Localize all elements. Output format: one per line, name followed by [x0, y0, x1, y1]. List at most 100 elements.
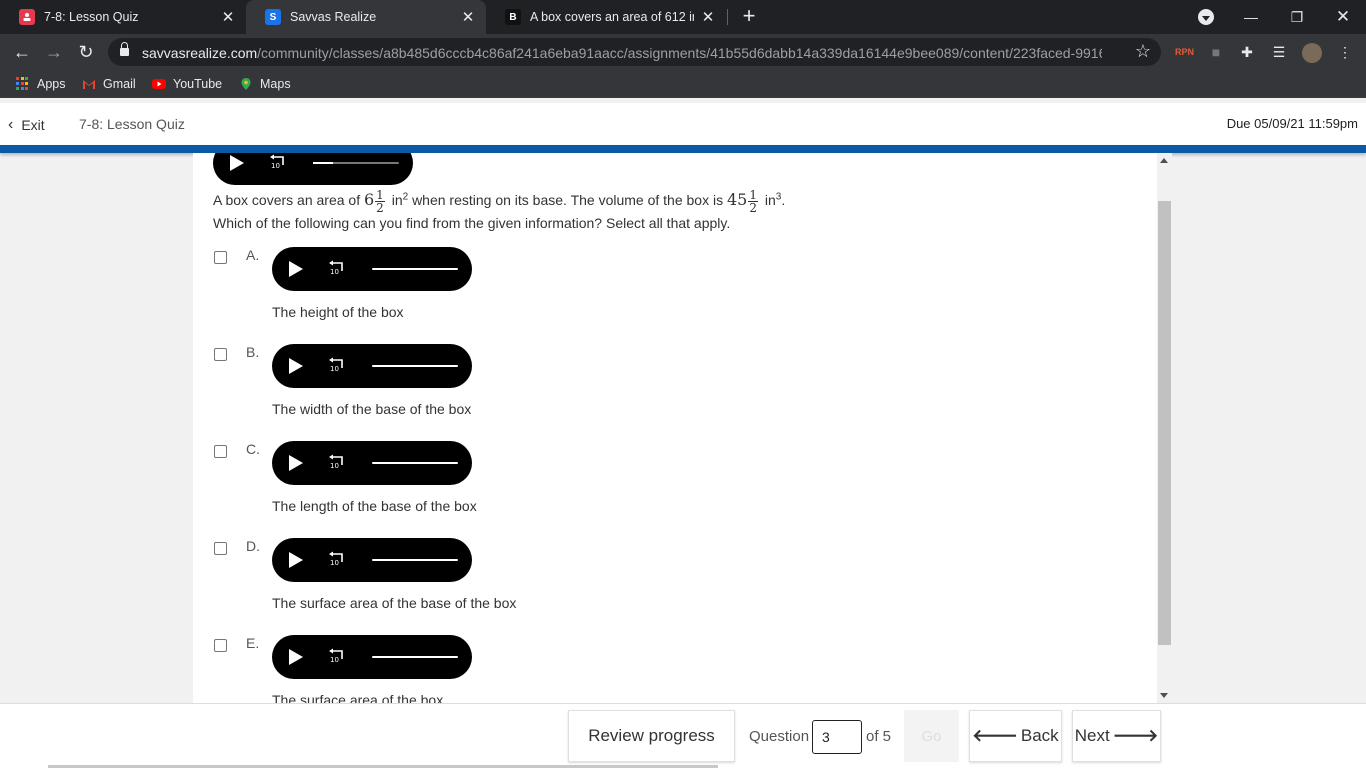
- option-c-audio-player[interactable]: 10: [272, 441, 472, 485]
- fraction-half: 12: [375, 188, 385, 215]
- rewind-10-icon[interactable]: 10: [328, 259, 348, 279]
- tab-title: Savvas Realize: [290, 10, 377, 24]
- scroll-down-arrow-icon[interactable]: [1160, 693, 1168, 698]
- audio-progress-track[interactable]: [372, 268, 458, 270]
- option-text: The length of the base of the box: [272, 498, 477, 514]
- question-instruction: Which of the following can you find from…: [213, 215, 731, 231]
- next-button[interactable]: Next 🡒: [1072, 710, 1161, 762]
- gmail-icon: [82, 77, 96, 91]
- bookmark-youtube[interactable]: YouTube: [152, 76, 222, 92]
- content-scrollbar[interactable]: [1157, 153, 1172, 703]
- scroll-up-arrow-icon[interactable]: [1160, 158, 1168, 163]
- rewind-10-icon[interactable]: 10: [328, 453, 348, 473]
- option-text: The surface area of the box: [272, 692, 444, 703]
- checkbox-option-e[interactable]: [214, 639, 227, 652]
- profile-avatar-icon[interactable]: [1302, 43, 1322, 63]
- play-icon[interactable]: [289, 552, 303, 568]
- new-tab-icon[interactable]: +: [738, 5, 760, 28]
- tab-strip: 7-8: Lesson Quiz ✕ S Savvas Realize ✕ B …: [0, 0, 1366, 34]
- menu-kebab-icon[interactable]: ⋮: [1336, 43, 1354, 61]
- play-icon[interactable]: [289, 261, 303, 277]
- tab-separator: [727, 9, 728, 25]
- option-letter: C.: [246, 441, 260, 457]
- tab-brainly[interactable]: B A box covers an area of 612 in2 v ✕: [486, 0, 726, 34]
- option-e-audio-player[interactable]: 10: [272, 635, 472, 679]
- rewind-10-icon[interactable]: 10: [328, 356, 348, 376]
- tab-savvas-realize[interactable]: S Savvas Realize ✕: [246, 0, 486, 34]
- bookmark-gmail[interactable]: Gmail: [82, 76, 136, 92]
- close-icon[interactable]: ✕: [220, 9, 236, 26]
- rewind-10-icon[interactable]: 10: [328, 647, 348, 667]
- scrollbar-thumb[interactable]: [1158, 201, 1171, 645]
- back-arrow-icon[interactable]: ←: [10, 40, 34, 64]
- reload-icon[interactable]: ↻: [74, 40, 98, 64]
- question-text: A box covers an area of 612 in2 when res…: [213, 188, 786, 215]
- lock-icon: [120, 42, 129, 57]
- checkbox-option-d[interactable]: [214, 542, 227, 555]
- play-icon[interactable]: [289, 649, 303, 665]
- restore-icon[interactable]: ❐: [1274, 0, 1320, 34]
- option-letter: B.: [246, 344, 260, 360]
- bookmarks-bar: Apps Gmail YouTube Maps: [0, 70, 1366, 98]
- go-button[interactable]: Go: [904, 710, 959, 762]
- brainly-icon: B: [505, 9, 521, 25]
- forward-arrow-icon[interactable]: →: [42, 40, 66, 64]
- svg-text:10: 10: [330, 365, 339, 373]
- chevron-left-icon: ‹: [8, 116, 14, 133]
- accent-bar: [0, 145, 1366, 153]
- audio-progress-track[interactable]: [372, 365, 458, 367]
- fraction-half: 12: [748, 188, 758, 215]
- window-close-icon[interactable]: ✕: [1320, 0, 1366, 34]
- extension-rpn-icon[interactable]: RPN: [1175, 43, 1194, 61]
- arrow-left-icon: 🡐: [972, 726, 1018, 745]
- svg-text:10: 10: [330, 559, 339, 567]
- option-b-audio-player[interactable]: 10: [272, 344, 472, 388]
- audio-progress-track[interactable]: [372, 656, 458, 658]
- savvas-realize-icon: S: [265, 9, 281, 25]
- question-number-input[interactable]: [812, 720, 862, 754]
- apps-grid-icon: [16, 77, 30, 91]
- play-icon[interactable]: [289, 455, 303, 471]
- media-control-icon[interactable]: ☰: [1270, 43, 1288, 61]
- option-text: The width of the base of the box: [272, 401, 472, 417]
- svg-text:10: 10: [271, 162, 280, 170]
- quiz-title: 7-8: Lesson Quiz: [79, 116, 185, 132]
- tab-lesson-quiz[interactable]: 7-8: Lesson Quiz ✕: [0, 0, 246, 34]
- question-panel: 10 A box covers an area of 612 in2 when …: [193, 153, 1157, 703]
- audio-progress-track[interactable]: [313, 162, 399, 164]
- option-a-audio-player[interactable]: 10: [272, 247, 472, 291]
- review-progress-button[interactable]: Review progress: [568, 710, 735, 762]
- maps-pin-icon: [239, 77, 253, 91]
- play-icon[interactable]: [289, 358, 303, 374]
- checkbox-option-a[interactable]: [214, 251, 227, 264]
- option-text: The surface area of the base of the box: [272, 595, 517, 611]
- close-icon[interactable]: ✕: [700, 9, 716, 26]
- question-audio-player[interactable]: 10: [213, 153, 413, 185]
- minimize-icon[interactable]: —: [1228, 0, 1274, 34]
- bookmark-star-icon[interactable]: ☆: [1135, 41, 1151, 62]
- rewind-10-icon[interactable]: 10: [269, 153, 289, 173]
- audio-progress-track[interactable]: [372, 559, 458, 561]
- play-icon[interactable]: [230, 155, 244, 171]
- svg-text:10: 10: [330, 268, 339, 276]
- bookmark-maps[interactable]: Maps: [239, 76, 291, 92]
- address-bar[interactable]: savvasrealize.com/community/classes/a8b4…: [108, 38, 1161, 66]
- question-total: of 5: [866, 728, 892, 745]
- checkbox-option-c[interactable]: [214, 445, 227, 458]
- tab-title: A box covers an area of 612 in2 v: [530, 10, 694, 24]
- svg-text:10: 10: [330, 462, 339, 470]
- checkbox-option-b[interactable]: [214, 348, 227, 361]
- exit-button[interactable]: ‹ Exit: [8, 116, 45, 134]
- audio-progress-fill: [313, 162, 333, 164]
- rewind-10-icon[interactable]: 10: [328, 550, 348, 570]
- back-button[interactable]: 🡐 Back: [969, 710, 1062, 762]
- bookmark-apps[interactable]: Apps: [16, 76, 66, 92]
- extensions-puzzle-icon[interactable]: ✚: [1238, 43, 1256, 61]
- audio-progress-track[interactable]: [372, 462, 458, 464]
- close-icon[interactable]: ✕: [460, 9, 476, 26]
- extension-gray-icon[interactable]: ■: [1207, 43, 1225, 61]
- option-d-audio-player[interactable]: 10: [272, 538, 472, 582]
- tab-search-icon[interactable]: [1198, 9, 1214, 25]
- arrow-right-icon: 🡒: [1112, 726, 1159, 745]
- quiz-header: ‹ Exit 7-8: Lesson Quiz Due 05/09/21 11:…: [0, 103, 1366, 145]
